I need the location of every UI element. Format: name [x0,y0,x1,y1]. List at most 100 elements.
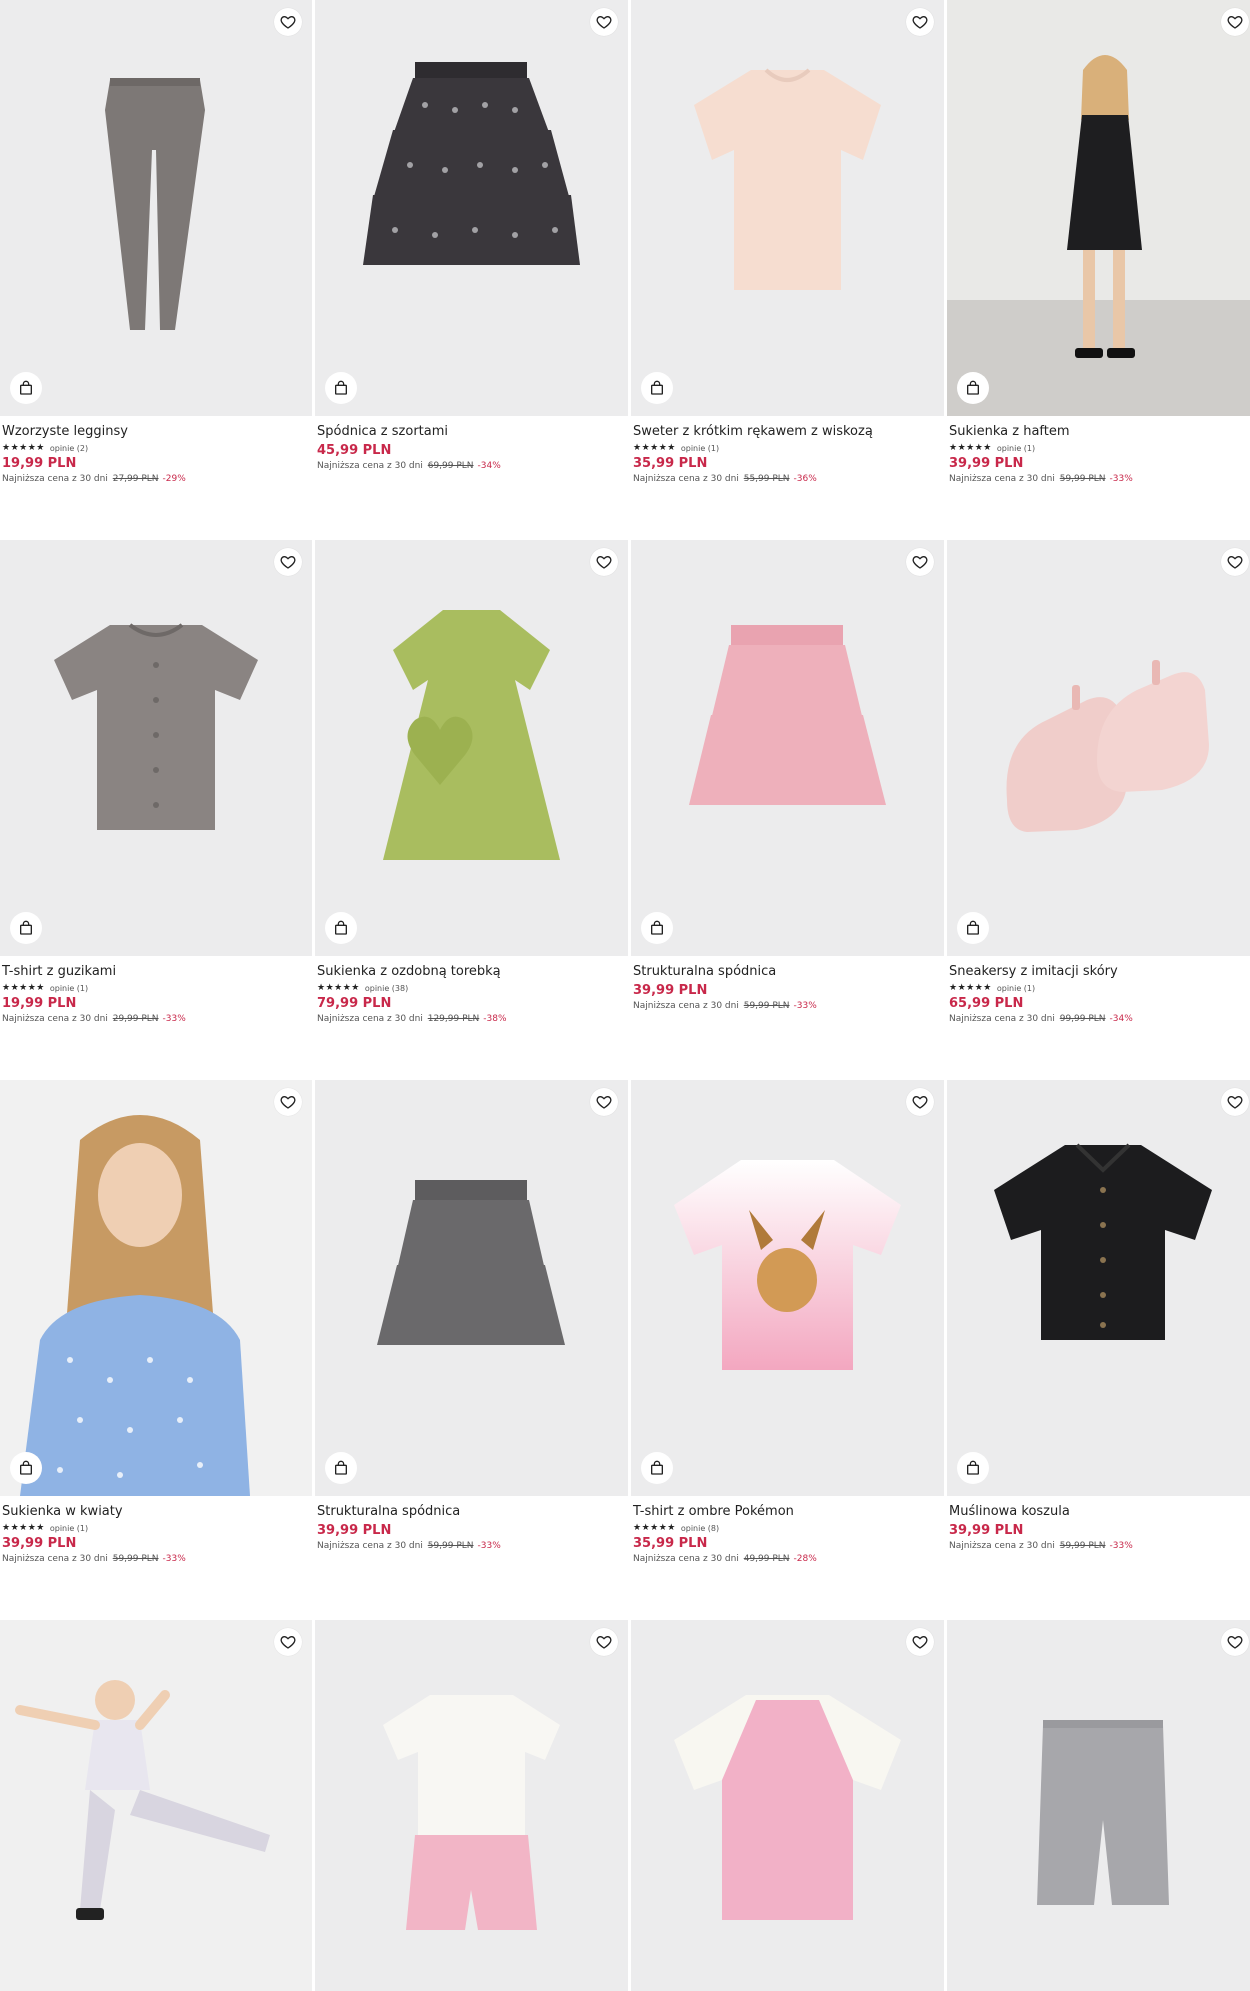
product-image[interactable] [631,1620,944,1991]
product-card[interactable]: Strukturalna spódnica 39,99 PLN Najniższ… [315,1080,628,1620]
wishlist-heart-icon[interactable] [906,1088,934,1116]
review-count[interactable]: opinie (1) [50,984,88,993]
product-image[interactable] [947,540,1250,956]
product-card[interactable]: Spódnica z szortami 45,99 PLN Najniższa … [315,0,628,540]
product-name[interactable]: Spódnica z szortami [317,424,626,440]
review-count[interactable]: opinie (1) [681,444,719,453]
product-image[interactable] [631,540,944,956]
product-price: 45,99 PLN [317,443,392,458]
wishlist-heart-icon[interactable] [1221,8,1249,36]
product-name[interactable]: Wzorzyste legginsy [2,424,310,440]
product-rating: ★★★★★ opinie (1) [2,982,310,994]
review-count[interactable]: opinie (1) [997,984,1035,993]
product-image[interactable] [947,0,1250,416]
add-to-cart-bag-icon[interactable] [957,912,989,944]
product-image[interactable] [0,540,312,956]
add-to-cart-bag-icon[interactable] [325,1452,357,1484]
product-card[interactable]: Sukienka z ozdobną torebką ★★★★★ opinie (… [315,540,628,1080]
product-image[interactable] [631,1080,944,1496]
product-card[interactable]: Sneakersy z imitacji skóry ★★★★★ opinie (… [947,540,1250,1080]
review-count[interactable]: opinie (2) [50,444,88,453]
lowest-price-info: Najniższa cena z 30 dni 55,99 PLN -36% [633,474,817,484]
wishlist-heart-icon[interactable] [274,1628,302,1656]
review-count[interactable]: opinie (8) [681,1524,719,1533]
lowest-price-info: Najniższa cena z 30 dni 59,99 PLN -33% [317,1541,501,1551]
product-card[interactable] [947,1620,1250,1991]
wishlist-heart-icon[interactable] [1221,1088,1249,1116]
product-grid: Wzorzyste legginsy ★★★★★ opinie (2) 19,99… [0,0,1250,1991]
review-count[interactable]: opinie (1) [997,444,1035,453]
product-rating: ★★★★★ opinie (1) [949,982,1250,994]
product-card[interactable] [631,1620,944,1991]
product-price: 39,99 PLN [633,983,708,998]
wishlist-heart-icon[interactable] [1221,548,1249,576]
wishlist-heart-icon[interactable] [274,548,302,576]
add-to-cart-bag-icon[interactable] [957,1452,989,1484]
product-name[interactable]: Muślinowa koszula [949,1504,1250,1520]
add-to-cart-bag-icon[interactable] [641,372,673,404]
add-to-cart-bag-icon[interactable] [10,372,42,404]
product-card[interactable]: T-shirt z guzikami ★★★★★ opinie (1) 19,99… [0,540,312,1080]
review-count[interactable]: opinie (1) [50,1524,88,1533]
rating-stars: ★★★★★ [633,443,676,453]
product-name[interactable]: T-shirt z guzikami [2,964,310,980]
add-to-cart-bag-icon[interactable] [325,912,357,944]
wishlist-heart-icon[interactable] [906,1628,934,1656]
wishlist-heart-icon[interactable] [590,8,618,36]
product-image[interactable] [315,1620,628,1991]
wishlist-heart-icon[interactable] [590,548,618,576]
product-name[interactable]: Sukienka z ozdobną torebką [317,964,626,980]
lowest-price-info: Najniższa cena z 30 dni 69,99 PLN -34% [317,461,501,471]
lowest-price-info: Najniższa cena z 30 dni 59,99 PLN -33% [949,1541,1133,1551]
product-image[interactable] [0,1080,312,1496]
product-card[interactable]: Strukturalna spódnica 39,99 PLN Najniższ… [631,540,944,1080]
product-card[interactable]: Sukienka w kwiaty ★★★★★ opinie (1) 39,99 … [0,1080,312,1620]
tshirt-shorts-set-illustration [383,1695,560,1930]
product-name[interactable]: Strukturalna spódnica [317,1504,626,1520]
product-rating: ★★★★★ opinie (38) [317,982,626,994]
product-card[interactable]: Wzorzyste legginsy ★★★★★ opinie (2) 19,99… [0,0,312,540]
product-name[interactable]: Strukturalna spódnica [633,964,942,980]
add-to-cart-bag-icon[interactable] [641,912,673,944]
lowest-price-info: Najniższa cena z 30 dni 29,99 PLN -33% [2,1014,186,1024]
product-name[interactable]: Sneakersy z imitacji skóry [949,964,1250,980]
product-image[interactable] [315,1080,628,1496]
product-image[interactable] [0,0,312,416]
wishlist-heart-icon[interactable] [906,548,934,576]
product-image[interactable] [0,1620,312,1991]
lowest-price-info: Najniższa cena z 30 dni 27,99 PLN -29% [2,474,186,484]
product-image[interactable] [315,540,628,956]
tshirt-illustration [54,623,258,830]
wishlist-heart-icon[interactable] [906,8,934,36]
add-to-cart-bag-icon[interactable] [10,912,42,944]
product-card[interactable]: T-shirt z ombre Pokémon ★★★★★ opinie (8) … [631,1080,944,1620]
product-card[interactable] [0,1620,312,1991]
lowest-price-info: Najniższa cena z 30 dni 59,99 PLN -33% [949,474,1133,484]
add-to-cart-bag-icon[interactable] [10,1452,42,1484]
wishlist-heart-icon[interactable] [590,1088,618,1116]
product-card[interactable]: Muślinowa koszula 39,99 PLN Najniższa ce… [947,1080,1250,1620]
add-to-cart-bag-icon[interactable] [325,372,357,404]
pink-skirt-illustration [689,625,886,805]
product-name[interactable]: T-shirt z ombre Pokémon [633,1504,942,1520]
add-to-cart-bag-icon[interactable] [957,372,989,404]
add-to-cart-bag-icon[interactable] [641,1452,673,1484]
product-image[interactable] [947,1080,1250,1496]
product-image[interactable] [315,0,628,416]
wishlist-heart-icon[interactable] [274,8,302,36]
product-card[interactable]: Sweter z krótkim rękawem z wiskozą ★★★★★… [631,0,944,540]
bike-shorts-illustration [1037,1720,1169,1905]
wishlist-heart-icon[interactable] [590,1628,618,1656]
product-image[interactable] [947,1620,1250,1991]
wishlist-heart-icon[interactable] [274,1088,302,1116]
product-name[interactable]: Sukienka w kwiaty [2,1504,310,1520]
raglan-tshirt-illustration [674,1695,901,1920]
product-card[interactable] [315,1620,628,1991]
product-card[interactable]: Sukienka z haftem ★★★★★ opinie (1) 39,99 … [947,0,1250,540]
wishlist-heart-icon[interactable] [1221,1628,1249,1656]
review-count[interactable]: opinie (38) [365,984,408,993]
product-price: 35,99 PLN [633,456,708,471]
product-name[interactable]: Sukienka z haftem [949,424,1250,440]
product-name[interactable]: Sweter z krótkim rękawem z wiskozą [633,424,942,440]
product-image[interactable] [631,0,944,416]
